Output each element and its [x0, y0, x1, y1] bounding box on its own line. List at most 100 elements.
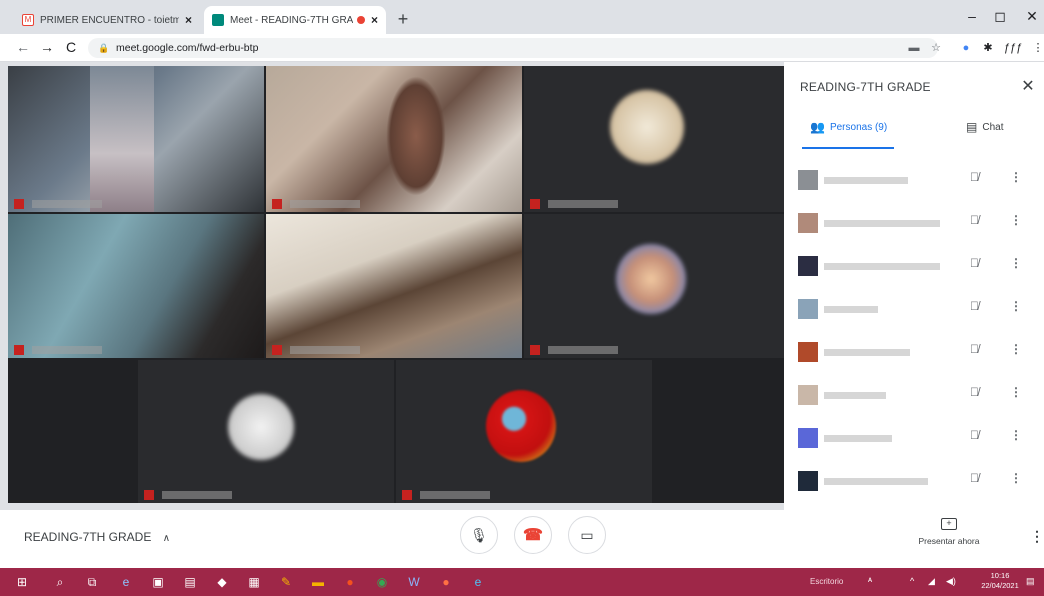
- participant-name: [824, 306, 878, 313]
- edge-icon[interactable]: e: [470, 574, 486, 590]
- participant-avatar: [798, 342, 818, 362]
- notifications-icon[interactable]: ▤: [1026, 576, 1035, 587]
- word-icon[interactable]: W: [406, 574, 422, 590]
- extension-icon[interactable]: ●: [958, 40, 974, 56]
- app-icon[interactable]: ✎: [278, 574, 294, 590]
- participant-row[interactable]: 🎙̸ ⋮: [784, 244, 1044, 287]
- more-options-icon[interactable]: ⋮: [1010, 256, 1022, 270]
- video-tile[interactable]: [8, 66, 264, 212]
- camera-toggle-button[interactable]: ▭: [568, 516, 606, 554]
- present-now-button[interactable]: + Presentar ahora: [914, 518, 984, 546]
- url-bar[interactable]: 🔒 meet.google.com/fwd-erbu-btp: [88, 38, 938, 58]
- app-icon[interactable]: ●: [438, 574, 454, 590]
- video-tile[interactable]: [396, 360, 652, 503]
- participant-row[interactable]: 🎙̸ ⋮: [784, 330, 1044, 373]
- extension-people-icon[interactable]: ƒƒƒ: [1004, 40, 1022, 56]
- more-options-icon[interactable]: ⋮: [1010, 385, 1022, 399]
- participant-name: [290, 200, 360, 208]
- close-tab-icon[interactable]: ×: [185, 13, 192, 27]
- file-explorer-icon[interactable]: ▬: [310, 574, 326, 590]
- meeting-controls-bar: READING-7TH GRADE ∧ 🎙 ☎ ▭ + Presentar ah…: [0, 510, 1044, 568]
- participant-row[interactable]: 🎙̸ ⋮: [784, 459, 1044, 502]
- mic-off-icon[interactable]: 🎙̸: [970, 213, 979, 227]
- video-tile[interactable]: [138, 360, 394, 503]
- windows-start-icon[interactable]: ⊞: [14, 574, 30, 590]
- meeting-details-button[interactable]: READING-7TH GRADE ∧: [24, 530, 170, 544]
- app-icon[interactable]: ●: [342, 574, 358, 590]
- video-tile[interactable]: [524, 66, 784, 212]
- tab-chat[interactable]: ▤ Chat: [966, 120, 1003, 134]
- network-icon[interactable]: ◢: [928, 576, 935, 587]
- video-grid: [8, 66, 784, 503]
- close-tab-icon[interactable]: ×: [371, 13, 378, 27]
- video-tile[interactable]: [8, 214, 264, 358]
- chevron-up-icon[interactable]: ^: [910, 576, 914, 586]
- active-tab-indicator: [802, 147, 894, 149]
- participant-row[interactable]: 🎙̸ ⋮: [784, 287, 1044, 330]
- tab-people[interactable]: 👥 Personas (9): [810, 120, 887, 134]
- participant-row[interactable]: 🎙̸ ⋮: [784, 373, 1044, 416]
- browser-menu-icon[interactable]: ⋮: [1030, 40, 1044, 56]
- camera-indicator-icon[interactable]: ▬: [906, 40, 922, 56]
- task-view-icon[interactable]: ⧉: [84, 574, 100, 590]
- tab-title: Meet - READING-7TH GRAD: [230, 14, 353, 26]
- video-tile[interactable]: [266, 66, 522, 212]
- more-options-icon[interactable]: ⋮: [1010, 299, 1022, 313]
- participant-avatar: [798, 428, 818, 448]
- app-icon[interactable]: ◆: [214, 574, 230, 590]
- new-tab-button[interactable]: +: [392, 9, 414, 31]
- participant-name: [824, 435, 892, 442]
- more-options-icon[interactable]: ⋮: [1010, 342, 1022, 356]
- participant-avatar: [798, 385, 818, 405]
- taskbar-clock[interactable]: 10:16 22/04/2021: [980, 571, 1020, 591]
- more-options-icon[interactable]: ⋮: [1010, 428, 1022, 442]
- mic-off-icon[interactable]: 🎙̸: [970, 385, 979, 399]
- participant-name: [162, 491, 232, 499]
- restore-button[interactable]: ◻: [990, 8, 1010, 25]
- tab-meet[interactable]: Meet - READING-7TH GRAD ×: [204, 6, 386, 34]
- edge-legacy-icon[interactable]: e: [118, 574, 134, 590]
- app-icon[interactable]: ▦: [246, 574, 262, 590]
- more-options-icon[interactable]: ⋮: [1010, 170, 1022, 184]
- mic-off-icon[interactable]: 🎙̸: [970, 471, 979, 485]
- mic-off-icon: [14, 345, 24, 355]
- close-window-button[interactable]: ✕: [1022, 8, 1042, 25]
- bookmark-star-icon[interactable]: ☆: [928, 40, 944, 56]
- search-icon[interactable]: ⌕: [52, 574, 68, 590]
- reload-button[interactable]: C: [62, 39, 80, 55]
- more-options-icon[interactable]: ⋮: [1030, 528, 1044, 545]
- volume-icon[interactable]: ◀): [946, 576, 956, 587]
- mic-off-icon[interactable]: 🎙̸: [970, 428, 979, 442]
- mic-off-icon: [14, 199, 24, 209]
- tray-desktop-label[interactable]: Escritorio: [810, 577, 843, 586]
- video-tile[interactable]: [266, 214, 522, 358]
- more-options-icon[interactable]: ⋮: [1010, 213, 1022, 227]
- mic-off-icon[interactable]: 🎙̸: [970, 342, 979, 356]
- extensions-puzzle-icon[interactable]: ✱: [980, 40, 996, 56]
- tab-gmail[interactable]: M PRIMER ENCUENTRO - toietmo ×: [14, 6, 200, 34]
- present-screen-icon: +: [941, 518, 957, 530]
- participant-row[interactable]: 🎙̸ ⋮: [784, 201, 1044, 244]
- back-button[interactable]: ←: [14, 39, 32, 55]
- present-label: Presentar ahora: [918, 536, 980, 546]
- participant-row[interactable]: 🎙̸ ⋮: [784, 158, 1044, 201]
- people-tray-icon[interactable]: ᴬ: [868, 576, 872, 586]
- participant-avatar: [798, 170, 818, 190]
- video-tile[interactable]: [524, 214, 784, 358]
- participant-name: [824, 177, 908, 184]
- minimize-button[interactable]: –: [962, 8, 982, 24]
- store-icon[interactable]: ▣: [150, 574, 166, 590]
- mic-off-icon[interactable]: 🎙̸: [970, 256, 979, 270]
- chrome-icon[interactable]: ◉: [374, 574, 390, 590]
- participant-row[interactable]: 🎙̸ ⋮: [784, 416, 1044, 459]
- chevron-up-icon: ∧: [162, 533, 171, 544]
- mic-off-icon[interactable]: 🎙̸: [970, 299, 979, 313]
- mic-off-icon[interactable]: 🎙̸: [970, 170, 979, 184]
- participant-name: [824, 220, 940, 227]
- app-icon[interactable]: ▤: [182, 574, 198, 590]
- forward-button[interactable]: →: [38, 39, 56, 55]
- mic-toggle-button[interactable]: 🎙: [460, 516, 498, 554]
- leave-call-button[interactable]: ☎: [514, 516, 552, 554]
- close-panel-button[interactable]: ✕: [1018, 76, 1038, 96]
- more-options-icon[interactable]: ⋮: [1010, 471, 1022, 485]
